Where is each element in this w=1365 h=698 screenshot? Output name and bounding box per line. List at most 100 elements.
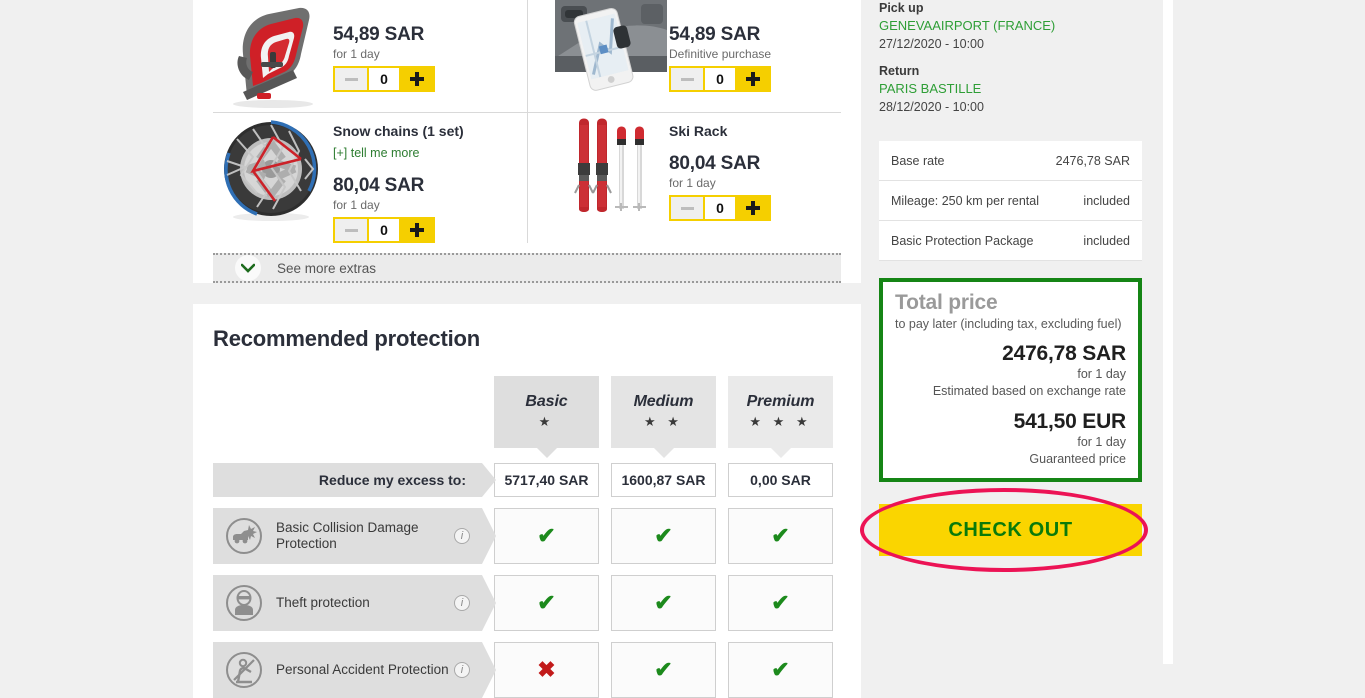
extra-item-ski-rack[interactable]: Ski Rack 80,04 SAR for 1 day 0 [527,113,841,243]
decrement-button[interactable] [671,68,703,90]
total-amount-primary: 2476,78 SAR [1002,342,1126,365]
check-out-button[interactable]: CHECK OUT [879,504,1142,556]
quantity-value[interactable]: 0 [367,68,401,90]
table-row: Basic Collision Damage Protection i ✔ ✔ … [213,508,841,564]
decrement-button[interactable] [671,197,703,219]
plan-notch [536,448,557,458]
recommended-protection-card: Recommended protection Basic ★ Medium ★ … [193,304,861,698]
checkout-area: CHECK OUT [860,488,1148,572]
see-more-extras-label: See more extras [277,260,377,276]
plan-name: Basic [525,392,568,410]
plan-notch [653,448,674,458]
plan-notch [770,448,791,458]
rate-label: Base rate [891,153,945,168]
row-label-basic-collision-damage-protection: Basic Collision Damage Protection i [213,508,496,564]
excess-value-premium: 0,00 SAR [728,463,833,497]
quantity-stepper[interactable]: 0 [669,195,771,221]
excess-value-medium: 1600,87 SAR [611,463,716,497]
exchange-rate-note: Estimated based on exchange rate [932,384,1126,398]
increment-button[interactable] [401,219,433,241]
extra-title: Ski Rack [669,123,728,139]
check-icon: ✔ [771,657,790,682]
feature-cell-premium: ✔ [728,508,833,564]
excess-value-basic: 5717,40 SAR [494,463,599,497]
check-icon: ✔ [537,590,556,615]
rate-value: included [1083,193,1130,208]
child-seat-image [213,0,333,112]
rate-row-mileage: Mileage: 250 km per rental included [879,181,1142,221]
table-row: Personal Accident Protection i ✖ ✔ ✔ [213,642,841,698]
plan-header-medium[interactable]: Medium ★ ★ [611,376,716,458]
decrement-button[interactable] [335,219,367,241]
see-more-extras-button[interactable]: See more extras [213,253,841,283]
pickup-location[interactable]: GENEVAAIRPORT (FRANCE) [879,17,1142,35]
quantity-value[interactable]: 0 [367,219,401,241]
increment-button[interactable] [737,68,769,90]
decrement-button[interactable] [335,68,367,90]
extra-item-child-seat[interactable]: 54,89 SAR for 1 day 0 [213,0,527,112]
quantity-value[interactable]: 0 [703,197,737,219]
thief-icon [226,585,262,621]
check-icon: ✔ [771,590,790,615]
quantity-value[interactable]: 0 [703,68,737,90]
feature-cell-medium: ✔ [611,575,716,631]
increment-button[interactable] [401,68,433,90]
return-label: Return [879,64,920,78]
rate-breakdown: Base rate 2476,78 SAR Mileage: 250 km pe… [879,141,1142,261]
booking-summary-sidebar: Pick up GENEVAAIRPORT (FRANCE) 27/12/202… [860,0,1148,572]
feature-cell-premium: ✔ [728,642,833,698]
feature-cell-premium: ✔ [728,575,833,631]
ski-rack-image [549,113,669,225]
return-block: Return PARIS BASTILLE 28/12/2020 - 10:00 [879,63,1142,116]
feature-cell-medium: ✔ [611,508,716,564]
extra-item-snow-chains[interactable]: Snow chains (1 set) [+] tell me more 80,… [213,113,527,243]
extra-title: Snow chains (1 set) [333,123,464,139]
increment-button[interactable] [737,197,769,219]
return-location[interactable]: PARIS BASTILLE [879,80,1142,98]
car-crash-icon [226,518,262,554]
plan-stars: ★ ★ ★ [749,413,812,429]
extra-body: Snow chains (1 set) [+] tell me more 80,… [333,113,527,243]
feature-cell-basic: ✔ [494,508,599,564]
info-icon[interactable]: i [454,595,470,611]
extra-price: 80,04 SAR [333,175,425,196]
info-icon[interactable]: i [454,662,470,678]
feature-name: Personal Accident Protection [276,662,449,677]
total-period-primary: for 1 day [1077,367,1126,381]
check-icon: ✔ [654,590,673,615]
feature-cell-basic: ✔ [494,575,599,631]
plan-header-premium[interactable]: Premium ★ ★ ★ [728,376,833,458]
quantity-stepper[interactable]: 0 [333,66,435,92]
rate-label: Basic Protection Package [891,233,1034,248]
row-label-excess: Reduce my excess to: [213,463,496,497]
info-icon[interactable]: i [454,528,470,544]
extra-price-period: for 1 day [669,176,716,190]
total-price-note: to pay later (including tax, excluding f… [895,317,1122,331]
page-root: 54,89 SAR for 1 day 0 54,89 SAR Definiti… [0,0,1365,698]
quantity-stepper[interactable]: 0 [333,217,435,243]
extra-price-period: for 1 day [333,47,380,61]
seatbelt-accident-icon [226,652,262,688]
tell-me-more-link[interactable]: [+] tell me more [333,146,420,160]
extra-item-phone-holder[interactable]: 54,89 SAR Definitive purchase 0 [527,0,841,112]
row-label-text: Reduce my excess to: [318,472,466,488]
check-icon: ✔ [654,523,673,548]
pickup-datetime: 27/12/2020 - 10:00 [879,37,984,51]
extra-price: 80,04 SAR [669,153,761,174]
extra-price-period: Definitive purchase [669,47,772,61]
plan-name: Premium [746,392,815,410]
check-icon: ✔ [771,523,790,548]
rate-value: included [1083,233,1130,248]
plan-stars: ★ ★ [644,413,683,429]
rate-label: Mileage: 250 km per rental [891,193,1039,208]
extra-body: Ski Rack 80,04 SAR for 1 day 0 [669,113,841,221]
plan-header-basic[interactable]: Basic ★ [494,376,599,458]
extra-body: 54,89 SAR for 1 day 0 [333,0,527,92]
pickup-block: Pick up GENEVAAIRPORT (FRANCE) 27/12/202… [879,0,1142,53]
total-price-box: Total price to pay later (including tax,… [879,278,1142,482]
plan-stars: ★ [538,413,555,429]
protection-table-header: Basic ★ Medium ★ ★ Premium ★ ★ ★ [213,376,841,458]
quantity-stepper[interactable]: 0 [669,66,771,92]
total-price-title: Total price [895,291,998,314]
extra-price-period: for 1 day [333,198,380,212]
